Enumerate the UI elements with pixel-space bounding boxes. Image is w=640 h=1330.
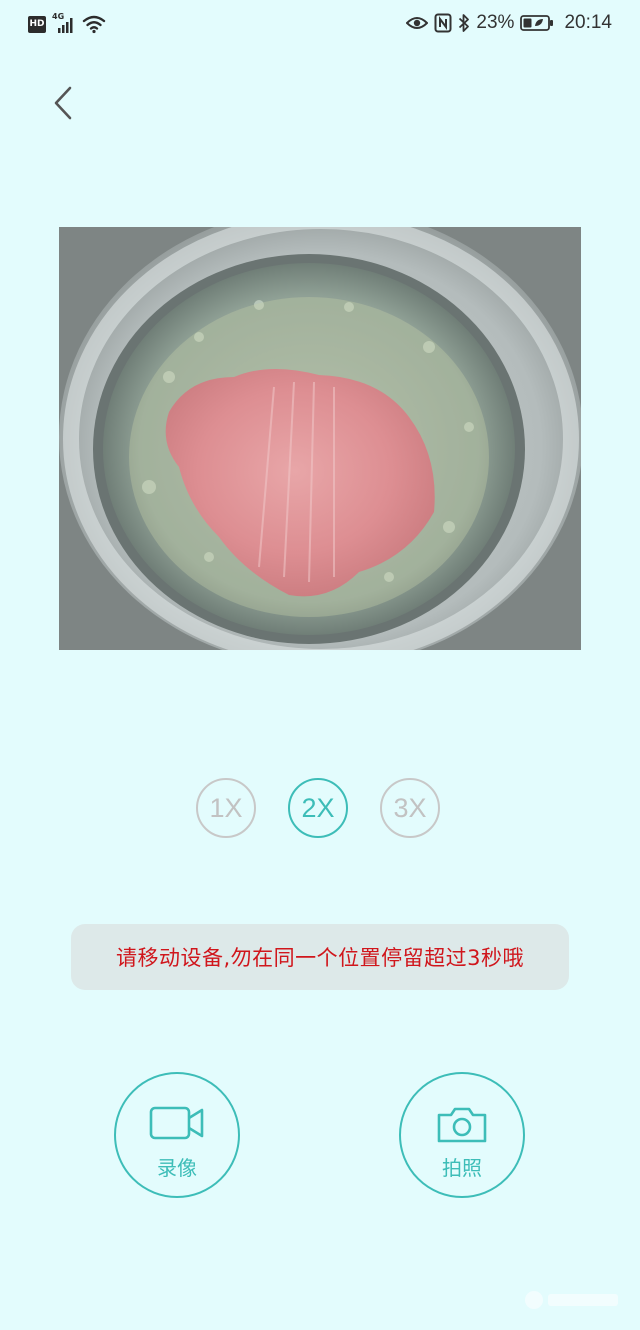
record-label: 录像 (157, 1156, 197, 1180)
wifi-icon (82, 15, 106, 34)
photo-button[interactable]: 拍照 (399, 1072, 525, 1198)
hint-banner: 请移动设备,勿在同一个位置停留超过3秒哦 (71, 924, 569, 990)
record-button[interactable]: 录像 (114, 1072, 240, 1198)
eye-icon (406, 17, 429, 29)
bluetooth-icon (459, 14, 470, 32)
status-bar: HD 4G 23% 20:14 (0, 0, 640, 52)
status-right: 23% 20:14 (406, 12, 612, 34)
battery-percent: 23% (476, 12, 515, 33)
back-button[interactable] (44, 82, 84, 126)
photo-label: 拍照 (442, 1156, 482, 1180)
clock: 20:14 (564, 12, 612, 33)
zoom-2x-button[interactable]: 2X (288, 778, 348, 838)
chevron-left-icon (54, 86, 72, 120)
zoom-1x-button[interactable]: 1X (196, 778, 256, 838)
zoom-selector: 1X 2X 3X (196, 778, 446, 842)
watermark-logo (522, 1288, 622, 1316)
zoom-3x-button[interactable]: 3X (380, 778, 440, 838)
video-camera-icon (149, 1106, 204, 1140)
hint-text: 请移动设备,勿在同一个位置停留超过3秒哦 (115, 946, 525, 970)
camera-icon (437, 1107, 487, 1143)
signal-icon: 4G (52, 12, 76, 34)
hd-icon: HD (28, 15, 46, 33)
nfc-icon (434, 13, 452, 33)
battery-icon (520, 15, 554, 31)
status-left: HD 4G (28, 12, 106, 34)
camera-preview (59, 227, 581, 650)
